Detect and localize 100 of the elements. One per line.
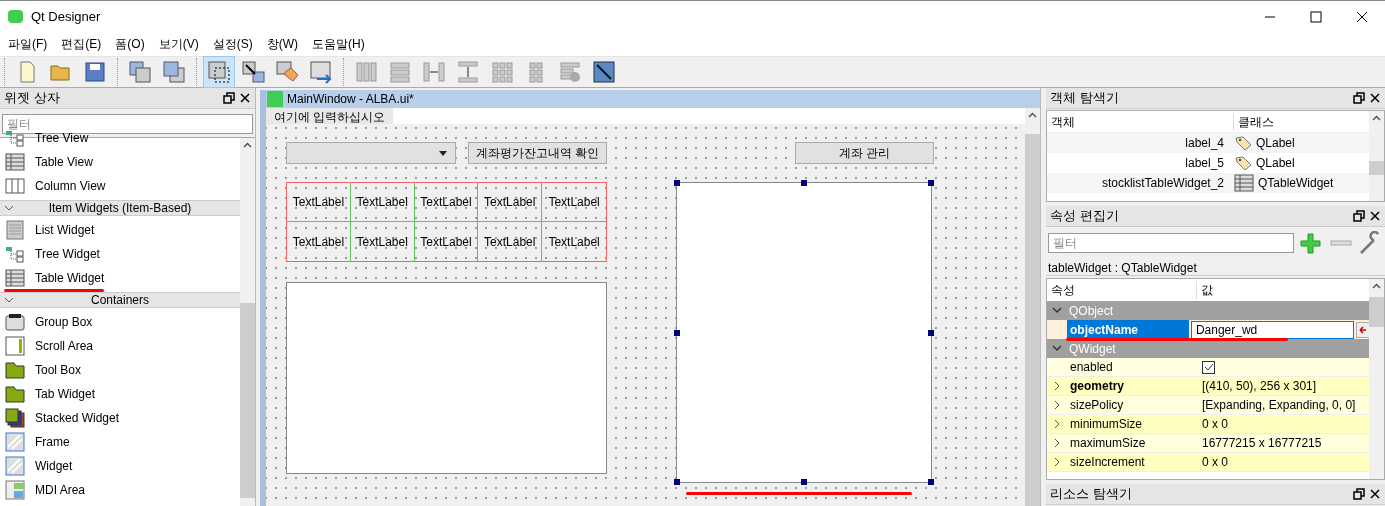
property-name: objectName [1067, 320, 1189, 339]
widget-list-item[interactable]: Stacked Widget [35, 409, 120, 427]
scrollbar-thumb[interactable] [240, 303, 255, 498]
group-box-icon [5, 313, 25, 331]
resize-handle[interactable] [928, 180, 934, 186]
property-group: QObject [1069, 301, 1113, 320]
widget-box-title: 위젯 상자 [4, 89, 61, 108]
float-icon[interactable] [1353, 488, 1365, 500]
resize-handle[interactable] [928, 329, 934, 336]
filter-field[interactable]: 필터 [1048, 233, 1295, 253]
selection-square-icon [207, 60, 231, 84]
scrollbar-thumb[interactable] [1369, 161, 1384, 175]
property-name: maximumSize [1070, 435, 1147, 452]
scrollbar-thumb[interactable] [1369, 297, 1384, 327]
object-name-cell[interactable]: label_5 [1047, 154, 1234, 172]
scroll-area-icon [5, 336, 25, 356]
widget-list-item[interactable]: Table View [35, 153, 93, 171]
tree-icon [5, 245, 25, 263]
widget-list-item[interactable]: Table Widget [35, 269, 105, 287]
scrollbar[interactable] [240, 138, 255, 506]
account-manage-button[interactable]: 계좌 관리 [795, 142, 934, 164]
property-value: [Expanding, Expanding, 0, 0] [1202, 397, 1356, 414]
float-icon[interactable] [1353, 210, 1365, 222]
dropdown-arrow-icon [439, 150, 447, 156]
qt-logo-icon [267, 91, 283, 107]
plus-icon[interactable] [1298, 231, 1324, 255]
object-name-cell[interactable]: label_4 [1047, 134, 1234, 152]
resize-handle[interactable] [674, 329, 680, 336]
close-icon[interactable] [1369, 92, 1381, 104]
class-name-cell-text: QTableWidget [1258, 175, 1334, 192]
menu-item[interactable]: 폼(O) [111, 35, 149, 53]
menu-item[interactable]: 설정(S) [208, 35, 257, 53]
close-icon[interactable] [1369, 488, 1381, 500]
checkbox[interactable] [1202, 360, 1215, 374]
text-label: TextLabel [356, 194, 408, 211]
widget-list-item[interactable]: Column View [35, 177, 106, 195]
check-balance-button[interactable]: 계좌평가잔고내역 확인 [468, 142, 607, 164]
menu-item[interactable]: 파일(F) [4, 35, 52, 53]
widget-list-item[interactable]: Tab Widget [35, 385, 96, 403]
columns-icon [354, 60, 378, 84]
property-value: 0 x 0 [1202, 454, 1228, 471]
combo-box[interactable] [286, 142, 456, 164]
property-name: sizePolicy [1070, 397, 1125, 414]
menu-item[interactable]: 도움말(H) [308, 35, 369, 53]
column-header[interactable]: 속성 [1047, 281, 1197, 299]
close-icon[interactable] [239, 92, 251, 104]
form-title: MainWindow - ALBA.ui* [287, 91, 414, 108]
overlapping-squares-icon [128, 60, 152, 84]
category-header[interactable]: Item Widgets (Item-Based) [0, 200, 240, 216]
column-header[interactable]: 객체 [1047, 112, 1234, 131]
property-value-field[interactable]: Danger_wd [1190, 320, 1354, 339]
property-name: enabled [1070, 359, 1114, 376]
text-label: TextLabel [548, 233, 600, 251]
table-icon [1234, 174, 1254, 192]
menu-placeholder[interactable]: 여기에 입력하십시오 [266, 108, 394, 124]
text-label: TextLabel [484, 194, 536, 211]
widget-list-item[interactable]: Widget [35, 457, 73, 475]
reset-icon[interactable] [1355, 321, 1369, 338]
menu-item[interactable]: 보기(V) [154, 35, 203, 53]
float-icon[interactable] [1353, 92, 1365, 104]
resize-handle[interactable] [801, 479, 807, 485]
broken-layout-icon [558, 60, 582, 84]
category-header[interactable]: Containers [0, 292, 240, 308]
column-header[interactable]: 값 [1197, 281, 1213, 299]
class-name-cell-text: QLabel [1256, 135, 1295, 152]
widget-list-item[interactable]: Scroll Area [35, 337, 94, 355]
folder-icon [5, 361, 25, 379]
chevron-icon [4, 296, 14, 304]
object-inspector-title: 객체 탐색기 [1050, 89, 1120, 108]
resize-handle[interactable] [928, 479, 934, 485]
edit-widgets-tool-button[interactable] [203, 56, 235, 88]
widget-list-item[interactable]: Group Box [35, 313, 93, 331]
resize-handle[interactable] [801, 180, 807, 186]
widget-list-item[interactable]: Frame [35, 433, 70, 451]
label-tag-icon [1234, 155, 1252, 171]
filter-field[interactable]: 필터 [2, 114, 253, 134]
vertical-split-icon [456, 60, 480, 84]
text-label: TextLabel [356, 233, 408, 251]
scrollbar[interactable] [1369, 111, 1384, 201]
arrow-squares-icon [241, 60, 265, 84]
object-name-cell[interactable]: stocklistTableWidget_2 [1047, 174, 1234, 192]
resize-handle[interactable] [674, 180, 680, 186]
float-icon[interactable] [223, 92, 235, 104]
window-title: Qt Designer [31, 7, 101, 26]
column-header[interactable]: 클래스 [1234, 112, 1274, 131]
columns-icon [5, 177, 25, 195]
stacked-pages-icon [5, 408, 25, 428]
close-icon[interactable] [1369, 210, 1381, 222]
frame-icon [5, 432, 25, 452]
resize-handle[interactable] [674, 479, 680, 485]
widget-list-item[interactable]: Tool Box [35, 361, 82, 379]
widget-list-item[interactable]: MDI Area [35, 481, 85, 499]
scrollbar[interactable] [1369, 279, 1384, 479]
selected-object-label: tableWidget : QTableWidget [1046, 259, 1385, 276]
menu-item[interactable]: 편집(E) [57, 35, 106, 53]
widget-list-item[interactable]: List Widget [35, 221, 95, 239]
widget-list-item[interactable]: Tree Widget [35, 245, 100, 263]
menu-item[interactable]: 창(W) [262, 35, 302, 53]
folder-icon [5, 385, 25, 403]
class-name-cell-text: QLabel [1256, 155, 1295, 172]
